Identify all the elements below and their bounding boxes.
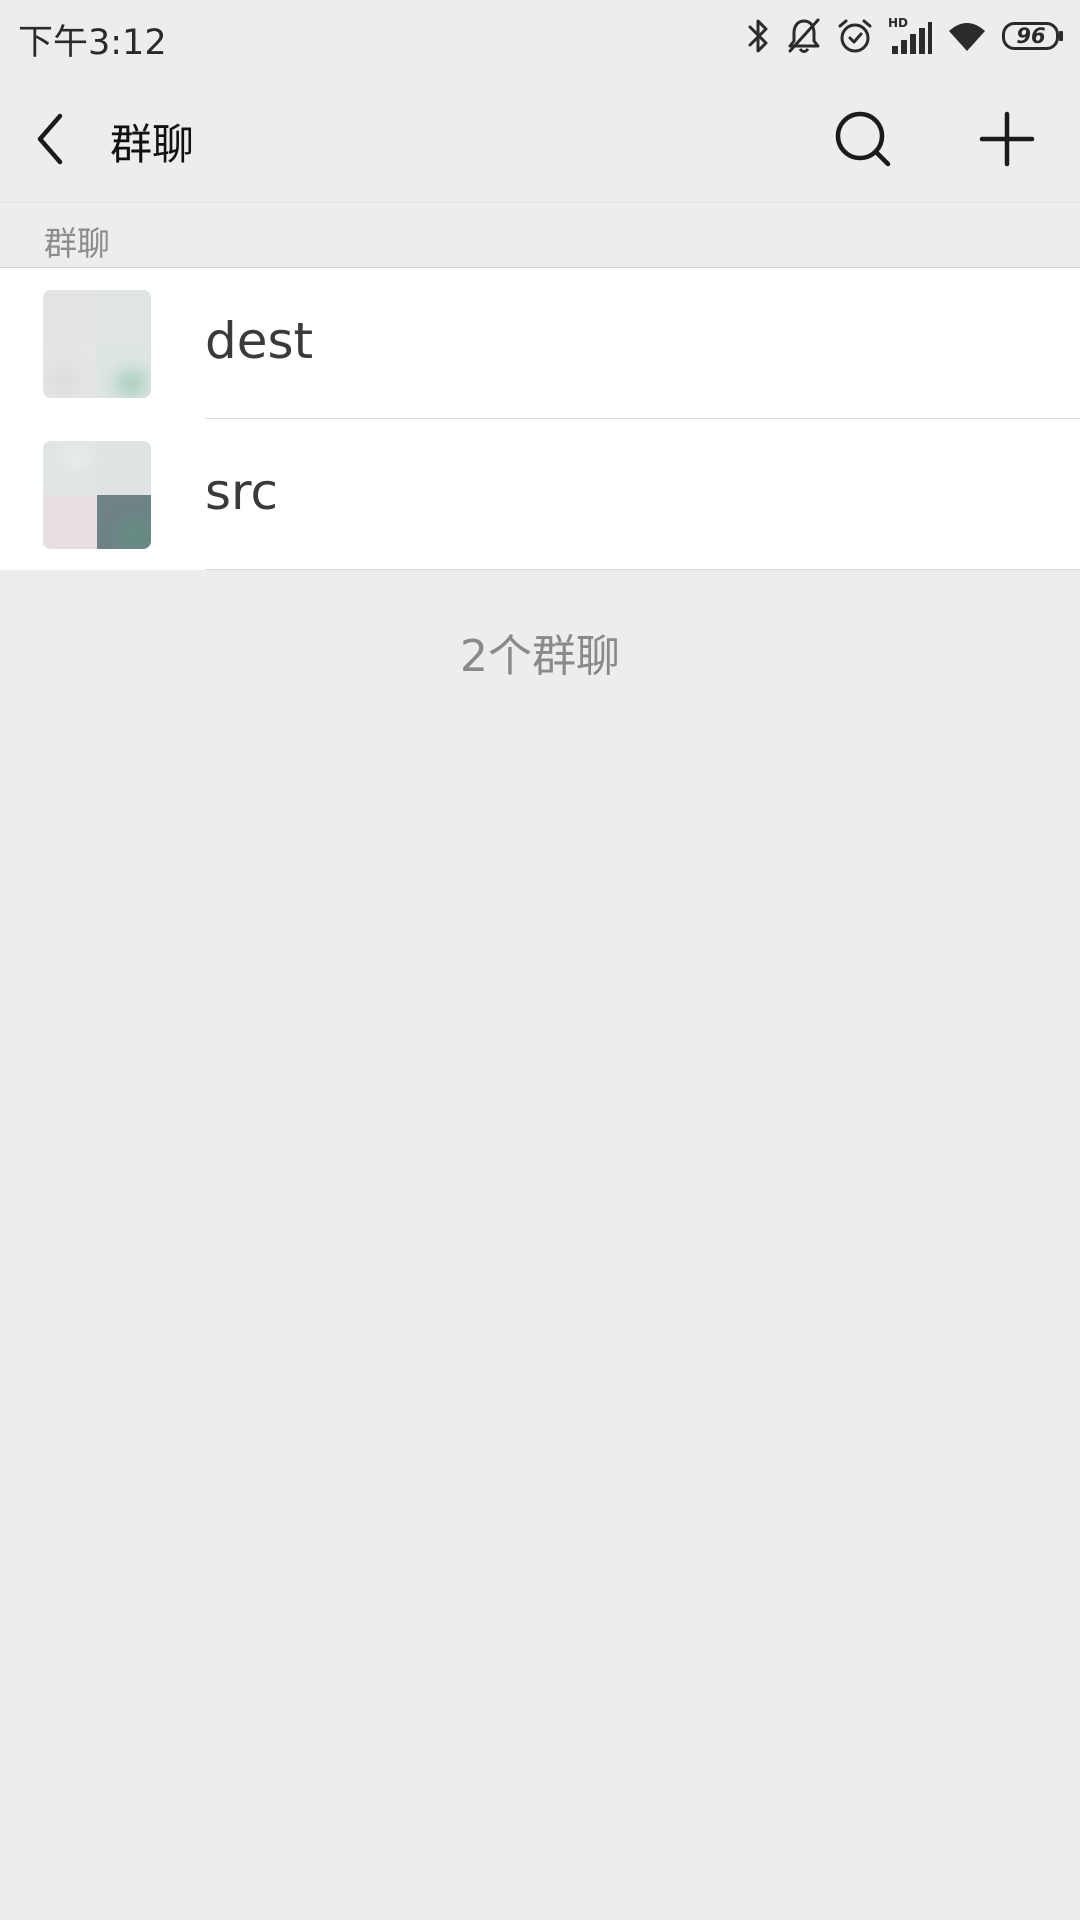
navigation-header: 群聊: [0, 76, 1080, 202]
page-title: 群聊: [110, 120, 195, 169]
group-row-src[interactable]: src: [0, 419, 1080, 570]
section-label: 群聊: [44, 224, 110, 263]
search-icon[interactable]: [828, 104, 898, 174]
cellular-signal-icon: HD: [888, 16, 932, 54]
plus-icon[interactable]: [972, 104, 1042, 174]
section-header: 群聊: [0, 202, 1080, 268]
status-icons: HD 96: [746, 14, 1064, 58]
battery-level: 96: [1016, 24, 1046, 48]
group-row-dest[interactable]: dest: [0, 268, 1080, 419]
group-name: dest: [205, 312, 314, 370]
hd-badge: HD: [888, 16, 908, 30]
group-list: dest src: [0, 268, 1080, 570]
group-avatar: [43, 441, 151, 549]
chevron-left-icon[interactable]: [30, 110, 78, 168]
list-footer: 2个群聊: [0, 570, 1080, 730]
group-avatar: [43, 290, 151, 398]
bell-muted-icon: [788, 18, 820, 53]
wifi-icon: [949, 23, 985, 51]
group-name: src: [205, 463, 278, 521]
alarm-icon: [838, 19, 872, 53]
group-count: 2个群聊: [460, 631, 620, 682]
battery-icon: 96: [1002, 22, 1064, 50]
bluetooth-icon: [748, 19, 768, 53]
status-bar: 下午3:12 HD 96: [0, 0, 1080, 76]
status-time: 下午3:12: [18, 23, 167, 63]
